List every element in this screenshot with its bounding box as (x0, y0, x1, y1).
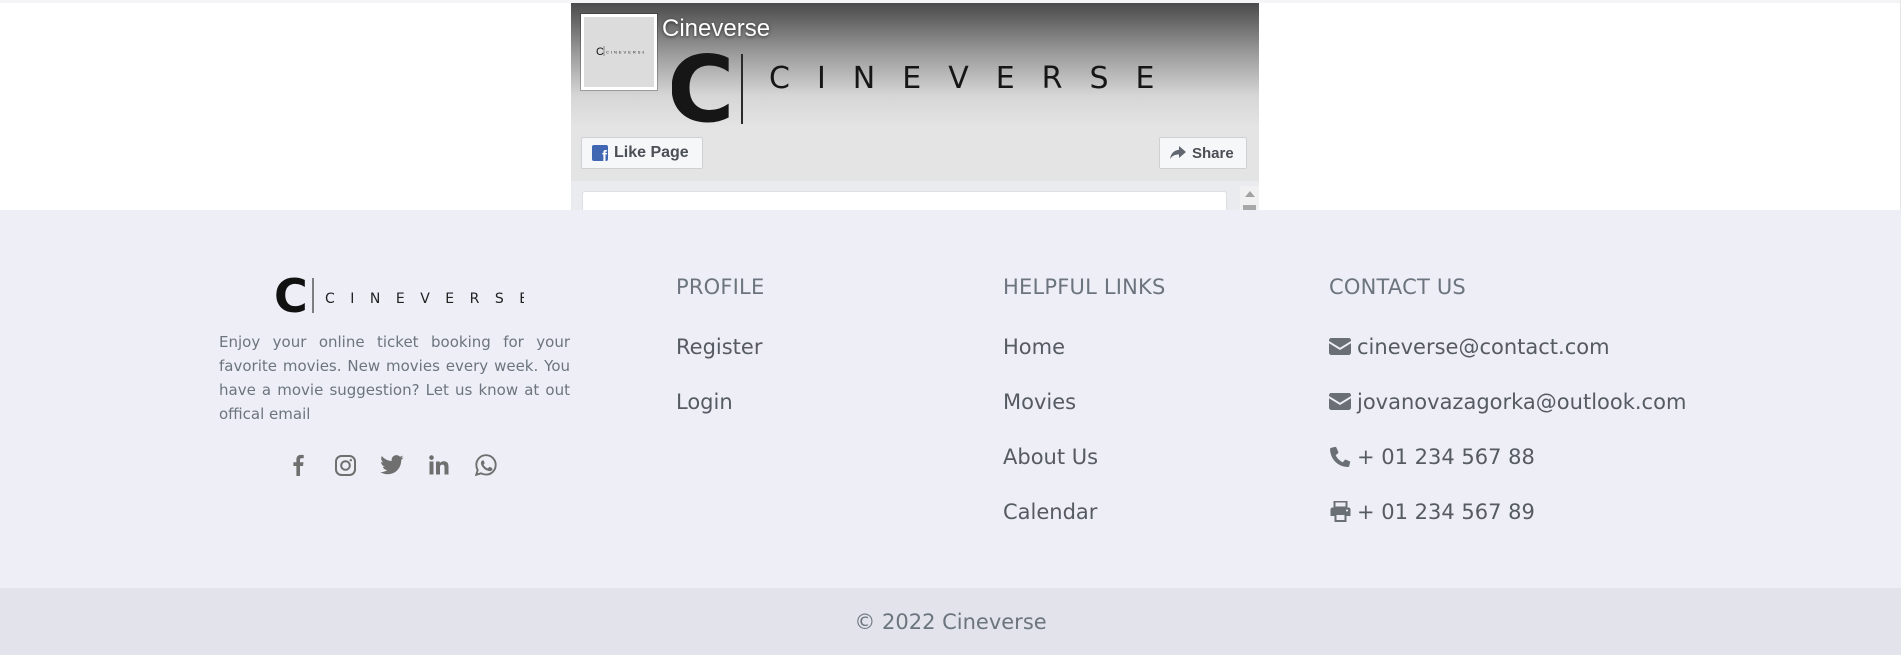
calendar-link[interactable]: Calendar (1003, 484, 1166, 539)
contact-phone-text: + 01 234 567 88 (1357, 444, 1535, 469)
helpful-links: Home Movies About Us Calendar (1003, 319, 1166, 539)
helpful-links-heading: HELPFUL LINKS (1003, 275, 1166, 299)
cover-logo-letter: C (672, 48, 735, 128)
contact-fax[interactable]: + 01 234 567 89 (1329, 484, 1686, 539)
footer-profile-column: PROFILE Register Login (676, 275, 764, 429)
facebook-page-name[interactable]: Cineverse (662, 15, 770, 43)
about-us-link[interactable]: About Us (1003, 429, 1166, 484)
whatsapp-icon[interactable] (472, 451, 500, 479)
profile-links: Register Login (676, 319, 764, 429)
facebook-icon[interactable] (284, 451, 312, 479)
envelope-icon (1329, 337, 1351, 357)
social-links (284, 451, 570, 479)
avatar-logo: C CINEVERSE (596, 46, 644, 57)
like-page-label: Like Page (614, 144, 689, 161)
footer-logo-word: CINEVERSE (325, 291, 524, 307)
printer-icon (1329, 501, 1351, 522)
contact-phone[interactable]: + 01 234 567 88 (1329, 429, 1686, 484)
footer-logo-letter: C (274, 274, 308, 316)
footer-contact-column: CONTACT US cineverse@contact.com jovanov… (1329, 275, 1686, 539)
svg-text:C: C (596, 46, 604, 57)
site-footer: C CINEVERSE Enjoy your online ticket boo… (0, 210, 1901, 588)
cover-logo-word: CINEVERSE (769, 61, 1182, 96)
cover-logo: C CINEVERSE (672, 48, 1182, 128)
svg-text:CINEVERSE: CINEVERSE (606, 50, 644, 55)
linkedin-icon[interactable] (425, 451, 453, 479)
envelope-icon (1329, 392, 1351, 412)
copyright-text: © 2022 Cineverse (854, 609, 1047, 634)
contact-email-secondary[interactable]: jovanovazagorka@outlook.com (1329, 374, 1686, 429)
facebook-page-avatar[interactable]: C CINEVERSE (581, 14, 657, 90)
movies-link[interactable]: Movies (1003, 374, 1166, 429)
share-button[interactable]: Share (1159, 137, 1247, 169)
facebook-feed-area[interactable] (582, 191, 1227, 210)
footer-logo[interactable]: C CINEVERSE (274, 274, 524, 316)
share-label: Share (1192, 144, 1234, 162)
register-link[interactable]: Register (676, 319, 764, 374)
contact-list: cineverse@contact.com jovanovazagorka@ou… (1329, 319, 1686, 539)
like-page-button[interactable]: f Like Page (581, 137, 703, 169)
profile-heading: PROFILE (676, 275, 765, 299)
footer-brand-column: C CINEVERSE Enjoy your online ticket boo… (219, 274, 570, 479)
contact-heading: CONTACT US (1329, 275, 1466, 299)
copyright-bar: © 2022 Cineverse (0, 588, 1901, 655)
instagram-icon[interactable] (331, 451, 359, 479)
facebook-page-widget: C CINEVERSE Cineverse C CINEVERSE f Like… (571, 3, 1259, 210)
contact-fax-text: + 01 234 567 89 (1357, 499, 1535, 524)
login-link[interactable]: Login (676, 374, 764, 429)
facebook-feed-scrollbar[interactable] (1240, 186, 1259, 210)
footer-helpful-links-column: HELPFUL LINKS Home Movies About Us Calen… (1003, 275, 1166, 539)
facebook-f-icon: f (592, 145, 608, 161)
twitter-icon[interactable] (378, 451, 406, 479)
share-arrow-icon (1170, 146, 1186, 159)
contact-email-primary[interactable]: cineverse@contact.com (1329, 319, 1686, 374)
brand-description: Enjoy your online ticket booking for you… (219, 333, 570, 423)
home-link[interactable]: Home (1003, 319, 1166, 374)
scroll-up-arrow-icon[interactable] (1245, 191, 1255, 197)
contact-email-primary-text: cineverse@contact.com (1357, 334, 1610, 359)
contact-email-secondary-text: jovanovazagorka@outlook.com (1357, 389, 1687, 414)
phone-icon (1329, 446, 1351, 467)
